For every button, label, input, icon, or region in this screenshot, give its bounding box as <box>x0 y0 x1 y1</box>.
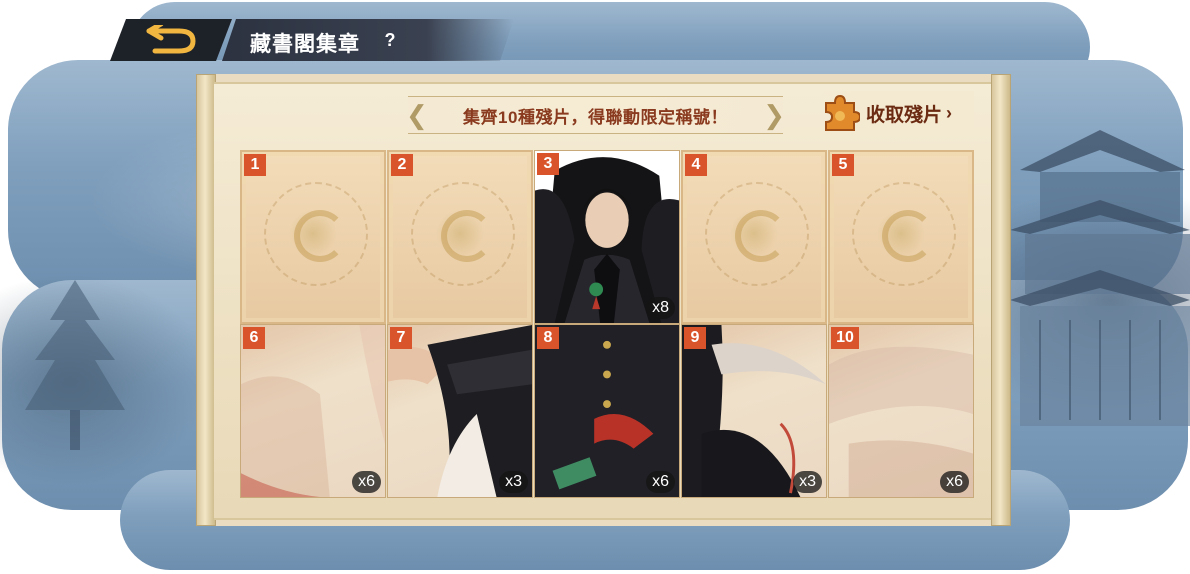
fragment-count: x8 <box>646 297 675 319</box>
scroll-rod-left <box>196 74 216 526</box>
fragment-number-badge: 9 <box>684 327 706 349</box>
fragment-tile[interactable]: 1 <box>240 150 386 324</box>
fragment-number-badge: 6 <box>243 327 265 349</box>
fragment-number-badge: 5 <box>832 154 854 176</box>
page-title: 藏書閣集章 <box>250 33 360 56</box>
reward-banner: ❮ 集齊10種殘片，得聯動限定稱號！ ❯ <box>406 96 785 134</box>
fragment-tile[interactable]: 2 <box>387 150 533 324</box>
back-arrow-icon <box>146 25 196 54</box>
fragment-count: x3 <box>499 471 528 493</box>
chevron-right-icon: › <box>946 102 953 123</box>
fragment-number-badge: 2 <box>391 154 413 176</box>
fragment-number-badge: 7 <box>390 327 412 349</box>
fragment-tile[interactable]: 5 <box>828 150 974 324</box>
fragment-tile[interactable]: 7 x3 <box>387 324 533 498</box>
fragment-tile[interactable]: 4 <box>681 150 827 324</box>
banner-bracket-right: ❯ <box>763 100 785 130</box>
collect-fragments-button[interactable]: 收取殘片 › <box>818 91 974 135</box>
fragment-number-badge: 4 <box>685 154 707 176</box>
fragment-tile[interactable]: 8 x6 <box>534 324 680 498</box>
fragment-number-badge: 8 <box>537 327 559 349</box>
fragment-count: x6 <box>352 471 381 493</box>
banner-bracket-left: ❮ <box>406 100 428 130</box>
fragment-tile[interactable]: 3 x8 <box>534 150 680 324</box>
fragment-number-badge: 3 <box>537 153 559 175</box>
back-button[interactable] <box>110 19 232 61</box>
banner-text: 集齊10種殘片，得聯動限定稱號！ <box>463 107 728 127</box>
scroll-rod-right <box>991 74 1011 526</box>
question-icon[interactable]: ? <box>378 28 402 52</box>
pine-tree-illustration <box>25 280 125 450</box>
puzzle-piece-icon <box>825 94 860 131</box>
fragment-tile[interactable]: 10 x6 <box>828 324 974 498</box>
fragment-count: x3 <box>793 471 822 493</box>
fragment-number-badge: 10 <box>831 327 859 349</box>
fragment-count: x6 <box>646 471 675 493</box>
collect-button-label: 收取殘片 <box>866 104 943 126</box>
fragment-tile[interactable]: 9 x3 <box>681 324 827 498</box>
fragment-grid: 1 2 3 x8 4 5 6 x6 7 x3 8 x6 9 x3 10 x6 <box>240 150 974 498</box>
fragment-tile[interactable]: 6 x6 <box>240 324 386 498</box>
title-bar: 藏書閣集章 ? <box>110 19 514 61</box>
fragment-number-badge: 1 <box>244 154 266 176</box>
pagoda-illustration <box>1010 130 1190 426</box>
fragment-count: x6 <box>940 471 969 493</box>
